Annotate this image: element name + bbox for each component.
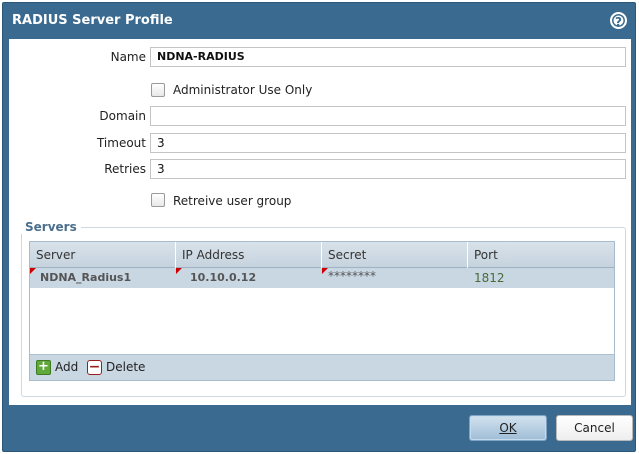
help-icon[interactable]: ? <box>610 12 627 29</box>
ok-button[interactable]: OK <box>469 415 547 441</box>
dirty-marker-icon <box>176 268 182 274</box>
server-secret: ******** <box>328 269 376 283</box>
delete-label: Delete <box>106 360 146 374</box>
server-name: NDNA_Radius1 <box>40 271 132 284</box>
server-ip: 10.10.0.12 <box>190 271 257 284</box>
minus-icon: − <box>87 359 102 375</box>
administrator-use-only-label: Administrator Use Only <box>173 83 313 97</box>
name-label: Name <box>110 50 146 64</box>
name-input[interactable]: NDNA-RADIUS <box>150 47 626 67</box>
timeout-label: Timeout <box>96 136 146 150</box>
retries-label: Retries <box>104 162 146 176</box>
server-port: 1812 <box>474 271 505 285</box>
timeout-input[interactable]: 3 <box>150 133 626 153</box>
retrieve-user-group-label: Retreive user group <box>173 194 292 208</box>
column-header-ip-address[interactable]: IP Address <box>176 242 322 268</box>
ok-label: OK <box>499 421 517 435</box>
cell-secret[interactable]: ******** <box>322 268 468 288</box>
dialog-body: Name NDNA-RADIUS Administrator Use Only … <box>9 39 631 405</box>
dialog-title: RADIUS Server Profile <box>12 13 173 28</box>
dirty-marker-icon <box>30 268 36 274</box>
grid-header: Server IP Address Secret Port <box>30 242 614 268</box>
column-header-port[interactable]: Port <box>468 242 614 268</box>
radius-server-profile-dialog: RADIUS Server Profile ? Name NDNA-RADIUS… <box>2 2 636 452</box>
retrieve-user-group-checkbox[interactable] <box>151 193 165 207</box>
grid-toolbar: + Add − Delete <box>30 354 614 380</box>
add-button[interactable]: + Add <box>36 360 80 376</box>
cell-ip-address[interactable]: 10.10.0.12 <box>176 268 322 288</box>
cell-server[interactable]: NDNA_Radius1 <box>30 268 176 288</box>
retries-input[interactable]: 3 <box>150 159 626 179</box>
domain-label: Domain <box>99 109 146 123</box>
plus-icon: + <box>36 360 51 375</box>
delete-button[interactable]: − Delete <box>87 360 149 376</box>
add-label: Add <box>55 360 79 374</box>
administrator-use-only-checkbox[interactable] <box>151 83 165 97</box>
servers-grid: Server IP Address Secret Port NDNA_Radiu… <box>29 241 615 381</box>
title-bar: RADIUS Server Profile ? <box>3 3 635 39</box>
cell-port[interactable]: 1812 <box>468 268 614 288</box>
column-header-secret[interactable]: Secret <box>322 242 468 268</box>
column-header-server[interactable]: Server <box>30 242 176 268</box>
table-row[interactable]: NDNA_Radius1 10.10.0.12 ******** 1812 <box>30 268 614 288</box>
cancel-button[interactable]: Cancel <box>556 415 633 441</box>
domain-input[interactable] <box>150 106 626 126</box>
servers-legend: Servers <box>21 220 81 234</box>
